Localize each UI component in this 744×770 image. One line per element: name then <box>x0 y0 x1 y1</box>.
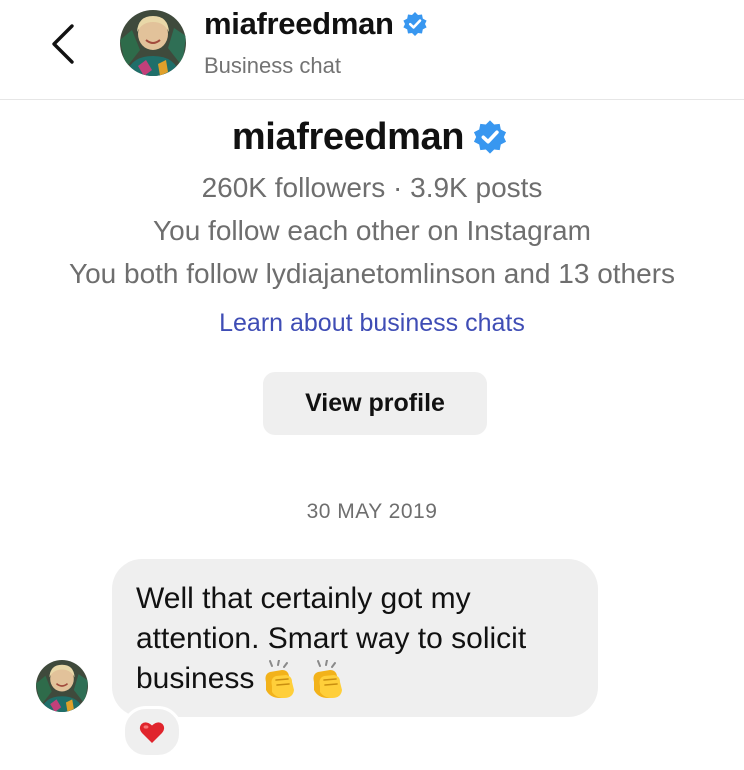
message-line: business <box>136 662 255 695</box>
profile-summary: miafreedman 260K followers · 3.9K posts … <box>0 108 744 295</box>
profile-stats: 260K followers · 3.9K posts <box>201 172 543 203</box>
back-button[interactable] <box>42 18 86 68</box>
date-separator: 30 MAY 2019 <box>306 500 438 523</box>
mutual-follow-text: You follow each other on Instagram <box>153 215 591 246</box>
message-bubble[interactable]: Well that certainly got my attention. Sm… <box>112 559 598 717</box>
header-username-row[interactable]: miafreedman <box>204 6 428 42</box>
verified-badge-icon <box>474 120 507 154</box>
verified-badge-icon <box>403 12 427 36</box>
sender-avatar[interactable] <box>36 660 88 712</box>
header-avatar[interactable] <box>120 10 186 76</box>
profile-username-row: miafreedman <box>0 108 744 166</box>
clapping-hands-emoji <box>265 660 295 699</box>
clapping-hands-emoji <box>313 660 343 699</box>
message-line-with-emoji: business <box>136 659 576 700</box>
chevron-left-icon <box>52 24 74 64</box>
mutual-followers-text: You both follow lydiajanetomlinson and 1… <box>68 258 676 289</box>
header-username: miafreedman <box>204 6 394 41</box>
chat-header: miafreedman Business chat <box>0 0 744 100</box>
message-line: attention. Smart way to solicit <box>136 622 527 655</box>
header-subtitle: Business chat <box>204 53 341 78</box>
message-reaction[interactable] <box>122 706 182 758</box>
profile-username: miafreedman <box>231 115 465 158</box>
red-heart-icon <box>139 722 165 743</box>
view-profile-button[interactable]: View profile <box>263 372 487 435</box>
learn-business-chats-link[interactable]: Learn about business chats <box>0 309 744 338</box>
message-line: Well that certainly got my <box>136 582 471 615</box>
